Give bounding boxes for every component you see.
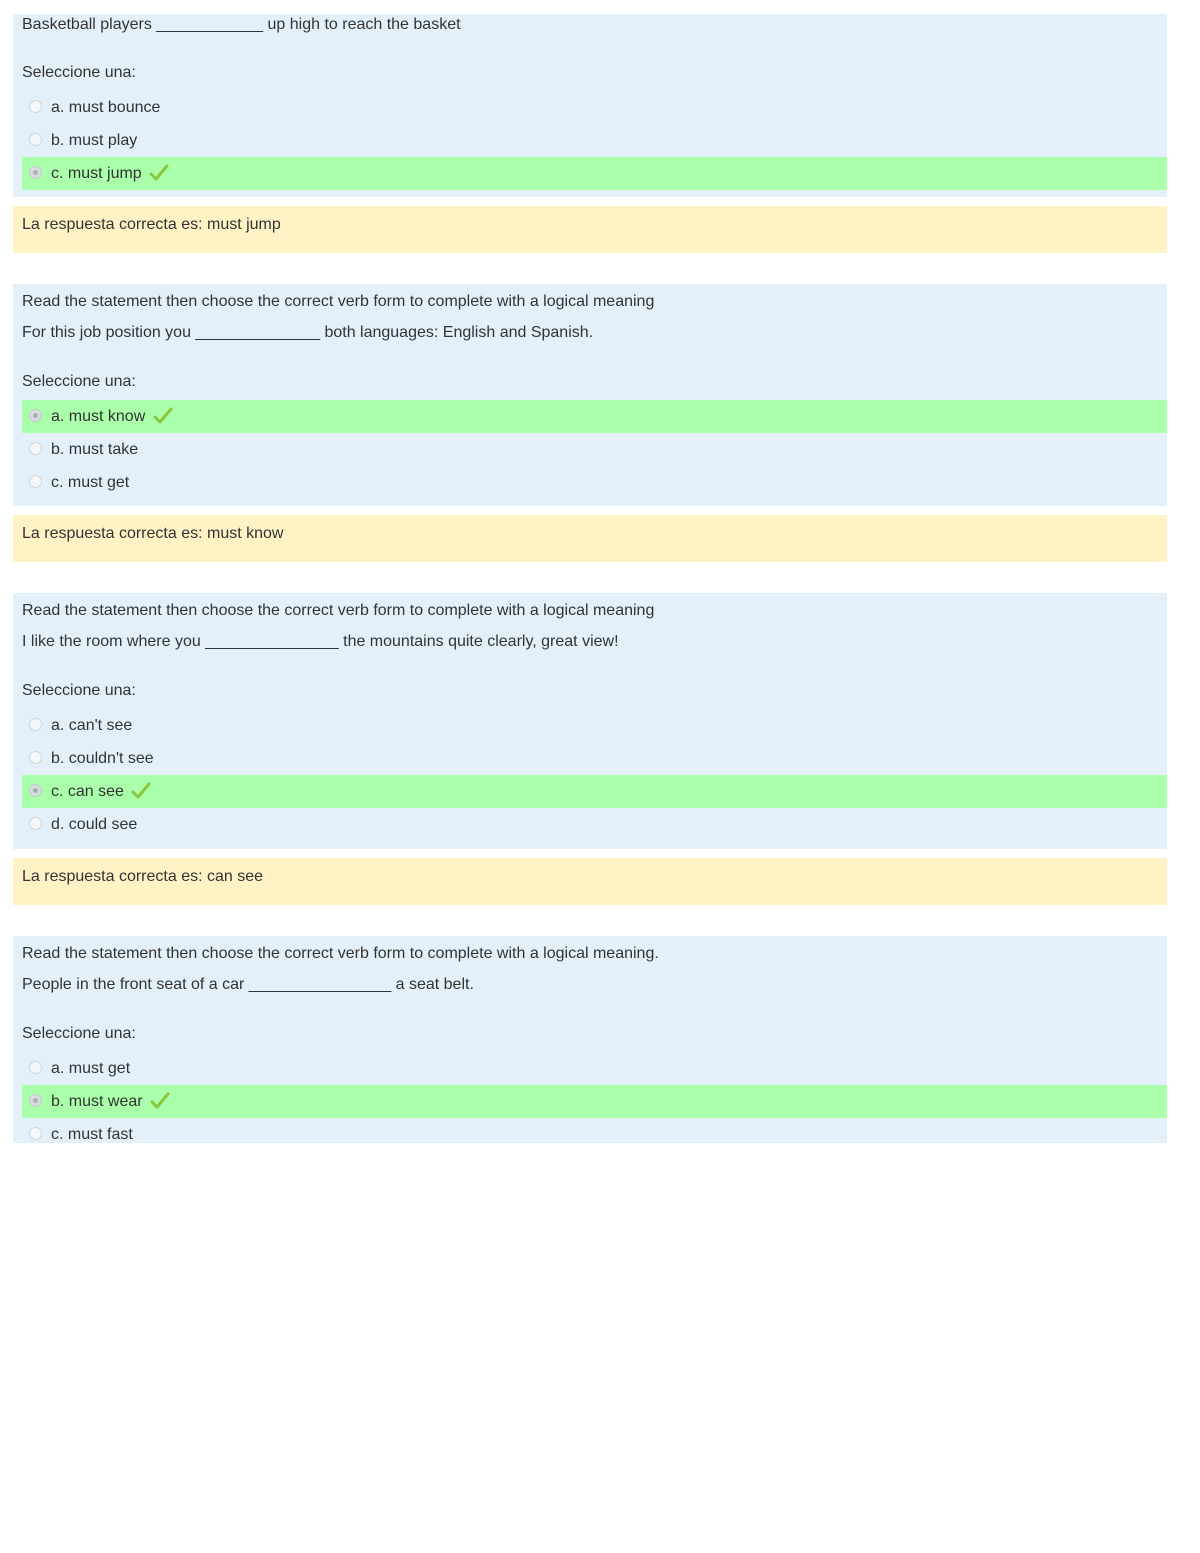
answer-label: a. must bounce xyxy=(51,99,161,116)
question-instruction: Read the statement then choose the corre… xyxy=(22,945,659,962)
radio-button[interactable] xyxy=(29,442,42,455)
radio-button-selected[interactable] xyxy=(29,166,42,179)
correct-answer-feedback: La respuesta correcta es: can see xyxy=(13,858,1167,905)
correct-answer-feedback: La respuesta correcta es: must jump xyxy=(13,206,1167,253)
select-one-prompt: Seleccione una: xyxy=(22,1025,136,1042)
answer-list: a. must get b. must wear c. must fast xyxy=(22,1052,1167,1151)
radio-button[interactable] xyxy=(29,1127,42,1140)
answer-option[interactable]: b. couldn't see xyxy=(22,742,1167,775)
answer-label: c. must jump xyxy=(51,165,142,182)
question-2: Read the statement then choose the corre… xyxy=(13,284,1167,506)
question-text: People in the front seat of a car ______… xyxy=(22,976,474,993)
checkmark-icon xyxy=(149,164,169,181)
question-text: Basketball players ____________ up high … xyxy=(22,16,461,33)
radio-button[interactable] xyxy=(29,751,42,764)
answer-label: c. must fast xyxy=(51,1126,133,1143)
answer-list: a. must know b. must take c. must get xyxy=(22,400,1167,499)
answer-option-correct[interactable]: b. must wear xyxy=(22,1085,1167,1118)
answer-option[interactable]: a. must bounce xyxy=(22,91,1167,124)
question-3: Read the statement then choose the corre… xyxy=(13,593,1167,849)
question-instruction: Read the statement then choose the corre… xyxy=(22,602,655,619)
answer-option[interactable]: d. could see xyxy=(22,808,1167,841)
checkmark-icon xyxy=(150,1092,170,1109)
select-one-prompt: Seleccione una: xyxy=(22,682,136,699)
answer-label: c. must get xyxy=(51,474,130,491)
checkmark-icon xyxy=(131,782,151,799)
answer-label: b. must wear xyxy=(51,1093,143,1110)
answer-label: b. couldn't see xyxy=(51,750,154,767)
question-instruction: Read the statement then choose the corre… xyxy=(22,293,655,310)
radio-button[interactable] xyxy=(29,133,42,146)
radio-button[interactable] xyxy=(29,817,42,830)
answer-option-correct[interactable]: c. must jump xyxy=(22,157,1167,190)
radio-button-selected[interactable] xyxy=(29,784,42,797)
question-4: Read the statement then choose the corre… xyxy=(13,936,1167,1143)
question-text: I like the room where you ______________… xyxy=(22,633,619,650)
select-one-prompt: Seleccione una: xyxy=(22,64,136,81)
answer-label: b. must take xyxy=(51,441,139,458)
answer-label: a. can't see xyxy=(51,717,133,734)
radio-button[interactable] xyxy=(29,1061,42,1074)
answer-option[interactable]: c. must get xyxy=(22,466,1167,499)
answer-label: a. must know xyxy=(51,408,146,425)
answer-option[interactable]: b. must take xyxy=(22,433,1167,466)
correct-answer-feedback: La respuesta correcta es: must know xyxy=(13,515,1167,562)
radio-button[interactable] xyxy=(29,718,42,731)
answer-option[interactable]: b. must play xyxy=(22,124,1167,157)
answer-list: a. can't see b. couldn't see c. can see … xyxy=(22,709,1167,841)
radio-button-selected[interactable] xyxy=(29,409,42,422)
answer-option-correct[interactable]: c. can see xyxy=(22,775,1167,808)
answer-option[interactable]: a. can't see xyxy=(22,709,1167,742)
radio-button[interactable] xyxy=(29,475,42,488)
radio-button[interactable] xyxy=(29,100,42,113)
answer-option-correct[interactable]: a. must know xyxy=(22,400,1167,433)
checkmark-icon xyxy=(153,407,173,424)
answer-label: c. can see xyxy=(51,783,124,800)
answer-list: a. must bounce b. must play c. must jump xyxy=(22,91,1167,190)
answer-option[interactable]: c. must fast xyxy=(22,1118,1167,1151)
answer-option[interactable]: a. must get xyxy=(22,1052,1167,1085)
answer-label: b. must play xyxy=(51,132,138,149)
answer-label: d. could see xyxy=(51,816,138,833)
question-text: For this job position you ______________… xyxy=(22,324,594,341)
radio-button-selected[interactable] xyxy=(29,1094,42,1107)
select-one-prompt: Seleccione una: xyxy=(22,373,136,390)
quiz-review: Basketball players ____________ up high … xyxy=(13,14,1167,1143)
answer-label: a. must get xyxy=(51,1060,131,1077)
question-1: Basketball players ____________ up high … xyxy=(13,14,1167,197)
